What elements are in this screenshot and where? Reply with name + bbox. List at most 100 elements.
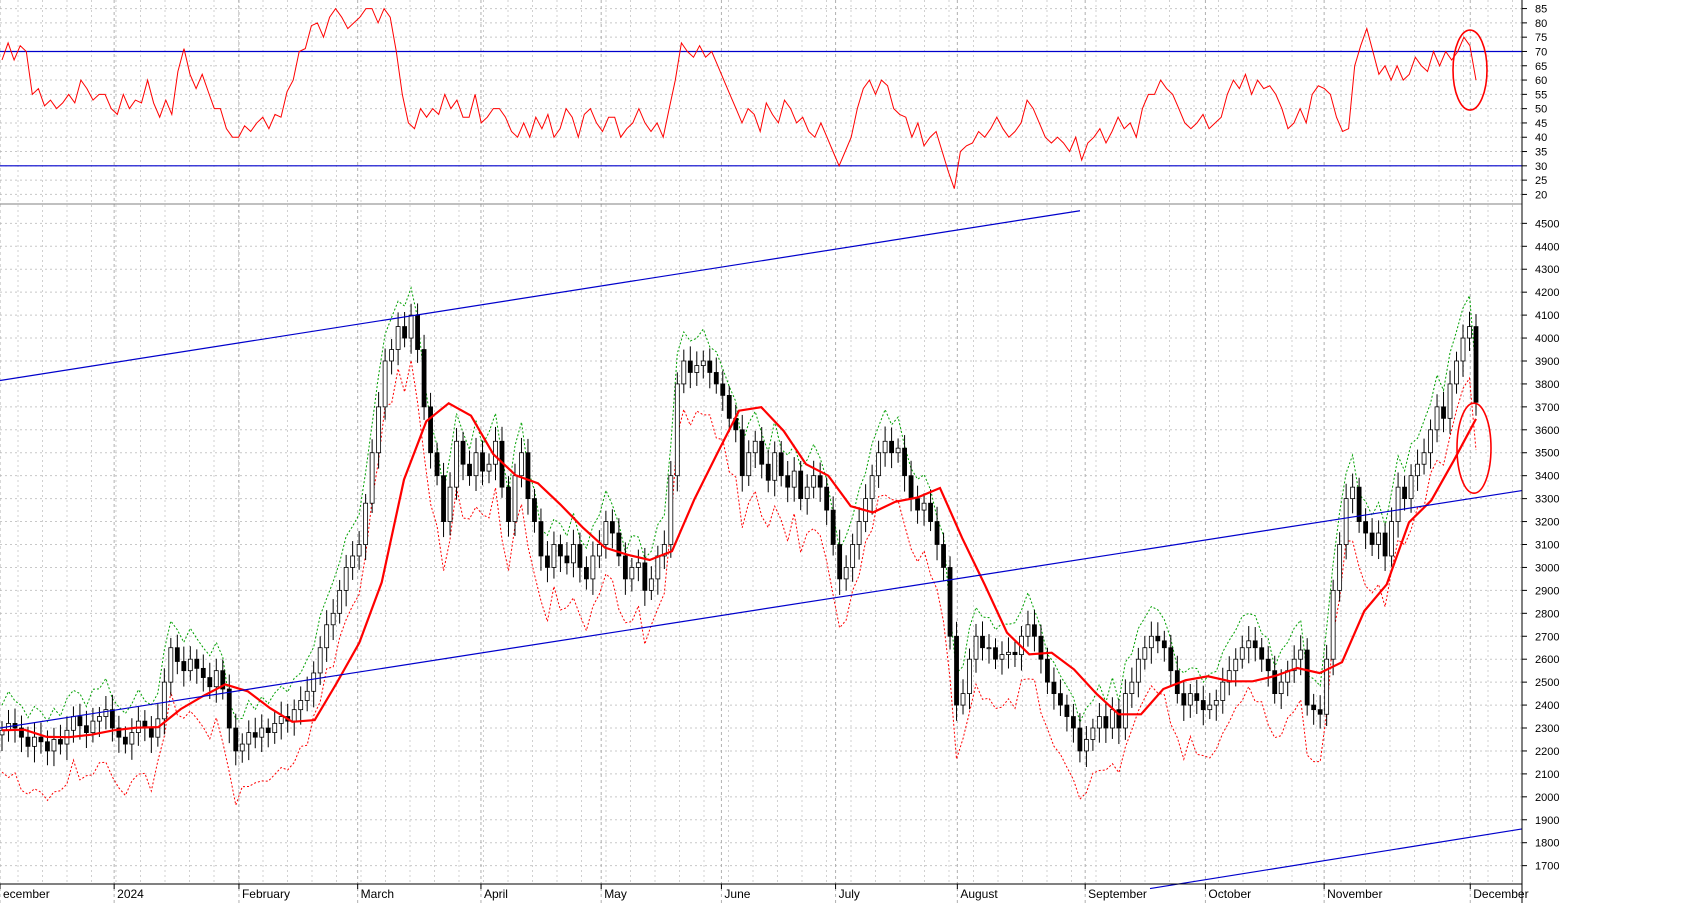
candle-body bbox=[408, 314, 414, 339]
candle-body bbox=[856, 521, 862, 545]
candle-body bbox=[311, 672, 317, 692]
candle-body bbox=[843, 567, 849, 580]
candle-body bbox=[1278, 681, 1284, 695]
candle-body bbox=[681, 360, 687, 385]
candle-body bbox=[772, 452, 778, 481]
candle-body bbox=[25, 736, 31, 747]
candle-body bbox=[1077, 727, 1083, 752]
price-tick-label: 3300 bbox=[1535, 494, 1559, 506]
candle-body bbox=[1330, 589, 1336, 660]
candle-body bbox=[148, 727, 154, 738]
candle-body bbox=[837, 544, 843, 580]
rsi-tick-label: 35 bbox=[1535, 147, 1547, 159]
candle-body bbox=[1096, 716, 1102, 729]
candle-body bbox=[1252, 640, 1258, 649]
candle-body bbox=[317, 647, 323, 674]
candle-body bbox=[187, 658, 193, 672]
candle-body bbox=[1454, 360, 1459, 385]
price-tick-label: 4500 bbox=[1535, 218, 1559, 230]
month-label: September bbox=[1088, 887, 1147, 901]
rsi-tick-label: 20 bbox=[1535, 189, 1547, 201]
month-label: April bbox=[484, 887, 508, 901]
candle-body bbox=[1233, 658, 1239, 672]
candle-body bbox=[1408, 475, 1414, 500]
rsi-tick-label: 70 bbox=[1535, 46, 1547, 58]
candle-body bbox=[278, 716, 284, 724]
candle-body bbox=[798, 470, 804, 500]
candle-body bbox=[811, 475, 817, 488]
candle-body bbox=[480, 452, 485, 472]
month-label: August bbox=[960, 887, 998, 901]
candle-body bbox=[45, 741, 50, 752]
candle-body bbox=[895, 447, 901, 454]
candle-body bbox=[454, 440, 459, 488]
candle-body bbox=[882, 440, 888, 454]
candle-body bbox=[1161, 640, 1167, 649]
price-tick-label: 3500 bbox=[1535, 448, 1559, 460]
rsi-tick-label: 45 bbox=[1535, 118, 1547, 130]
candle-body bbox=[739, 429, 745, 477]
candle-body bbox=[330, 612, 336, 626]
month-label: March bbox=[361, 887, 394, 901]
price-tick-label: 2800 bbox=[1535, 608, 1559, 620]
candle-body bbox=[207, 677, 213, 688]
candle-body bbox=[752, 440, 758, 454]
candle-body bbox=[350, 555, 356, 568]
candle-body bbox=[785, 475, 791, 488]
candle-body bbox=[830, 509, 836, 545]
candle-body bbox=[1090, 727, 1096, 740]
price-tick-label: 2000 bbox=[1535, 792, 1559, 804]
candle-body bbox=[941, 544, 946, 568]
candle-body bbox=[746, 452, 752, 477]
candle-body bbox=[765, 463, 771, 481]
rsi-tick-label: 30 bbox=[1535, 161, 1547, 173]
candle-body bbox=[538, 521, 544, 557]
candle-body bbox=[1343, 498, 1349, 545]
candle-body bbox=[97, 716, 102, 722]
candle-body bbox=[954, 635, 959, 706]
price-tick-label: 1900 bbox=[1535, 815, 1559, 827]
price-tick-label: 4400 bbox=[1535, 241, 1559, 253]
candle-body bbox=[1135, 658, 1141, 683]
candle-body bbox=[648, 578, 654, 591]
candle-body bbox=[233, 727, 239, 752]
candle-body bbox=[1382, 532, 1388, 557]
candle-body bbox=[356, 544, 362, 557]
candle-body bbox=[129, 732, 135, 745]
candle-body bbox=[363, 502, 369, 545]
candle-body bbox=[655, 555, 661, 580]
candle-body bbox=[1142, 647, 1148, 660]
candle-body bbox=[590, 555, 596, 580]
candle-body bbox=[824, 486, 830, 511]
price-tick-label: 4300 bbox=[1535, 264, 1559, 276]
price-tick-label: 4200 bbox=[1535, 287, 1559, 299]
candle-body bbox=[1083, 739, 1089, 752]
candle-body bbox=[1213, 700, 1219, 706]
candle-body bbox=[915, 498, 920, 511]
candle-body bbox=[921, 502, 927, 511]
candle-body bbox=[1337, 544, 1343, 591]
candle-body bbox=[532, 498, 537, 522]
candle-body bbox=[304, 690, 310, 701]
candle-body bbox=[200, 667, 206, 678]
candle-body bbox=[38, 736, 44, 743]
candle-body bbox=[967, 658, 972, 695]
rsi-panel bbox=[0, 7, 1522, 189]
candle-body bbox=[272, 723, 278, 734]
candle-body bbox=[506, 486, 511, 522]
candle-body bbox=[415, 314, 420, 350]
candle-body bbox=[1129, 681, 1135, 695]
rsi-tick-label: 25 bbox=[1535, 175, 1547, 187]
candle-body bbox=[1317, 709, 1323, 715]
price-tick-label: 2400 bbox=[1535, 700, 1559, 712]
candle-body bbox=[298, 700, 304, 711]
candle-body bbox=[512, 475, 518, 522]
candle-body bbox=[486, 463, 492, 472]
candle-body bbox=[1148, 635, 1154, 649]
price-tick-label: 2500 bbox=[1535, 677, 1559, 689]
candle-body bbox=[1103, 716, 1109, 729]
candle-body bbox=[1467, 326, 1472, 339]
lower-band-line bbox=[1, 360, 1477, 807]
candle-body bbox=[389, 349, 395, 362]
candle-body bbox=[1460, 337, 1466, 362]
